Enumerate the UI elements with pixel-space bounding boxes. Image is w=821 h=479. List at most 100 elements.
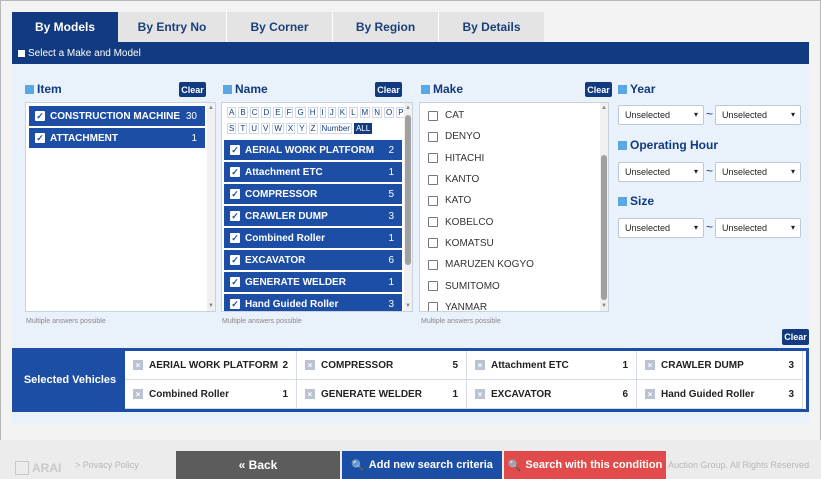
list-item[interactable]: ✓ ATTACHMENT 1	[29, 128, 205, 148]
selected-vehicle-tag[interactable]: × Attachment ETC 1	[467, 351, 637, 380]
size-to-select[interactable]: Unselected ▾	[715, 218, 801, 238]
list-item[interactable]: ✓ AERIAL WORK PLATFORM 2	[224, 140, 402, 160]
alphabet-letter[interactable]: C	[249, 107, 260, 118]
alphabet-letter[interactable]: Y	[297, 123, 307, 134]
list-item[interactable]: KANTO	[422, 169, 598, 190]
item-scrollbar[interactable]: ▲ ▼	[207, 103, 215, 311]
remove-icon[interactable]: ×	[305, 389, 315, 399]
size-from-select[interactable]: Unselected ▾	[618, 218, 704, 238]
list-item[interactable]: ✓ Hand Guided Roller 3	[224, 294, 402, 311]
remove-icon[interactable]: ×	[305, 360, 315, 370]
make-clear-button[interactable]: Clear	[585, 82, 612, 97]
name-scrollbar[interactable]: ▲ ▼	[404, 103, 412, 311]
alphabet-letter[interactable]: V	[261, 123, 271, 134]
scroll-up-icon[interactable]: ▲	[208, 105, 214, 111]
privacy-link[interactable]: > Privacy Policy	[75, 460, 139, 470]
alphabet-letter[interactable]: S	[227, 123, 237, 134]
selected-vehicle-tag[interactable]: × Hand Guided Roller 3	[637, 380, 803, 409]
list-item[interactable]: ✓ CRAWLER DUMP 3	[224, 206, 402, 226]
selected-vehicle-tag[interactable]: × GENERATE WELDER 1	[297, 380, 467, 409]
checkbox-icon[interactable]	[428, 281, 438, 292]
list-item[interactable]: SUMITOMO	[422, 275, 598, 296]
remove-icon[interactable]: ×	[645, 389, 655, 399]
remove-icon[interactable]: ×	[475, 360, 485, 370]
alphabet-letter[interactable]: X	[285, 123, 296, 134]
list-item[interactable]: ✓ EXCAVATOR 6	[224, 250, 402, 270]
make-scrollbar[interactable]: ▲ ▼	[600, 103, 608, 311]
list-item[interactable]: KATO	[422, 190, 598, 211]
alphabet-letter[interactable]: W	[272, 123, 284, 134]
remove-icon[interactable]: ×	[133, 389, 143, 399]
checkbox-icon[interactable]	[428, 195, 438, 206]
alphabet-letter[interactable]: B	[238, 107, 248, 118]
tab-by-models[interactable]: By Models	[12, 12, 118, 42]
scroll-thumb[interactable]	[405, 115, 411, 265]
list-item[interactable]: KOMATSU	[422, 233, 598, 254]
alphabet-letter[interactable]: N	[372, 107, 382, 118]
alphabet-letter[interactable]: O	[383, 107, 395, 118]
search-button[interactable]: 🔍 Search with this condition	[504, 451, 666, 479]
alphabet-letter[interactable]: F	[284, 107, 294, 118]
checkbox-icon[interactable]	[428, 174, 438, 185]
scroll-down-icon[interactable]: ▼	[208, 303, 214, 309]
list-item[interactable]: YANMAR	[422, 297, 598, 311]
list-item[interactable]: HITACHI	[422, 148, 598, 169]
add-criteria-button[interactable]: 🔍 Add new search criteria	[342, 451, 502, 479]
alphabet-letter[interactable]: T	[238, 123, 248, 134]
remove-icon[interactable]: ×	[475, 389, 485, 399]
selected-clear-button[interactable]: Clear	[782, 329, 809, 345]
scroll-up-icon[interactable]: ▲	[601, 105, 607, 111]
alphabet-letter[interactable]: L	[349, 107, 358, 118]
selected-vehicle-tag[interactable]: × AERIAL WORK PLATFORM 2	[125, 351, 297, 380]
alphabet-letter[interactable]: H	[307, 107, 318, 118]
alphabet-letter[interactable]: A	[227, 107, 237, 118]
list-item[interactable]: CAT	[422, 105, 598, 126]
tab-by-region[interactable]: By Region	[332, 12, 438, 42]
list-item[interactable]: ✓ Combined Roller 1	[224, 228, 402, 248]
alphabet-letter[interactable]: D	[261, 107, 272, 118]
name-clear-button[interactable]: Clear	[375, 82, 402, 97]
list-item[interactable]: ✓ CONSTRUCTION MACHINE 30	[29, 106, 205, 126]
alphabet-letter[interactable]: K	[337, 107, 348, 118]
alphabet-letter[interactable]: I	[319, 107, 326, 118]
back-button[interactable]: « Back	[176, 451, 340, 479]
tab-by-details[interactable]: By Details	[438, 12, 544, 42]
list-item[interactable]: DENYO	[422, 126, 598, 147]
list-item[interactable]: ✓ GENERATE WELDER 1	[224, 272, 402, 292]
alphabet-letter[interactable]: Z	[308, 123, 318, 134]
checkbox-icon[interactable]	[428, 153, 438, 164]
list-item[interactable]: MARUZEN KOGYO	[422, 254, 598, 275]
selected-vehicle-tag[interactable]: × COMPRESSOR 5	[297, 351, 467, 380]
checkbox-icon[interactable]	[428, 110, 438, 121]
item-clear-button[interactable]: Clear	[179, 82, 206, 97]
remove-icon[interactable]: ×	[133, 360, 143, 370]
alphabet-letter[interactable]: E	[273, 107, 283, 118]
scroll-up-icon[interactable]: ▲	[405, 105, 411, 111]
scroll-down-icon[interactable]: ▼	[601, 303, 607, 309]
scroll-thumb[interactable]	[601, 155, 607, 300]
selected-vehicle-tag[interactable]: × EXCAVATOR 6	[467, 380, 637, 409]
checkbox-icon[interactable]	[428, 238, 438, 249]
hour-to-select[interactable]: Unselected ▾	[715, 162, 801, 182]
checkbox-icon[interactable]	[428, 259, 438, 270]
alphabet-letter[interactable]: U	[249, 123, 260, 134]
list-item[interactable]: ✓ Attachment ETC 1	[224, 162, 402, 182]
hour-from-select[interactable]: Unselected ▾	[618, 162, 704, 182]
list-item[interactable]: KOBELCO	[422, 211, 598, 232]
tab-by-corner[interactable]: By Corner	[226, 12, 332, 42]
year-from-select[interactable]: Unselected ▾	[618, 105, 704, 125]
list-item[interactable]: ✓ COMPRESSOR 5	[224, 184, 402, 204]
selected-vehicle-tag[interactable]: × CRAWLER DUMP 3	[637, 351, 803, 380]
checkbox-icon[interactable]	[428, 217, 438, 228]
remove-icon[interactable]: ×	[645, 360, 655, 370]
selected-vehicle-tag[interactable]: × Combined Roller 1	[125, 380, 297, 409]
alphabet-letter[interactable]: M	[359, 107, 371, 118]
year-to-select[interactable]: Unselected ▾	[715, 105, 801, 125]
tab-by-entry-no[interactable]: By Entry No	[118, 12, 226, 42]
checkbox-icon[interactable]	[428, 131, 438, 142]
checkbox-icon[interactable]	[428, 302, 438, 311]
alphabet-letter[interactable]: J	[327, 107, 336, 118]
alphabet-letter[interactable]: G	[295, 107, 306, 118]
scroll-down-icon[interactable]: ▼	[405, 303, 411, 309]
alphabet-letter[interactable]: Number	[319, 123, 352, 134]
